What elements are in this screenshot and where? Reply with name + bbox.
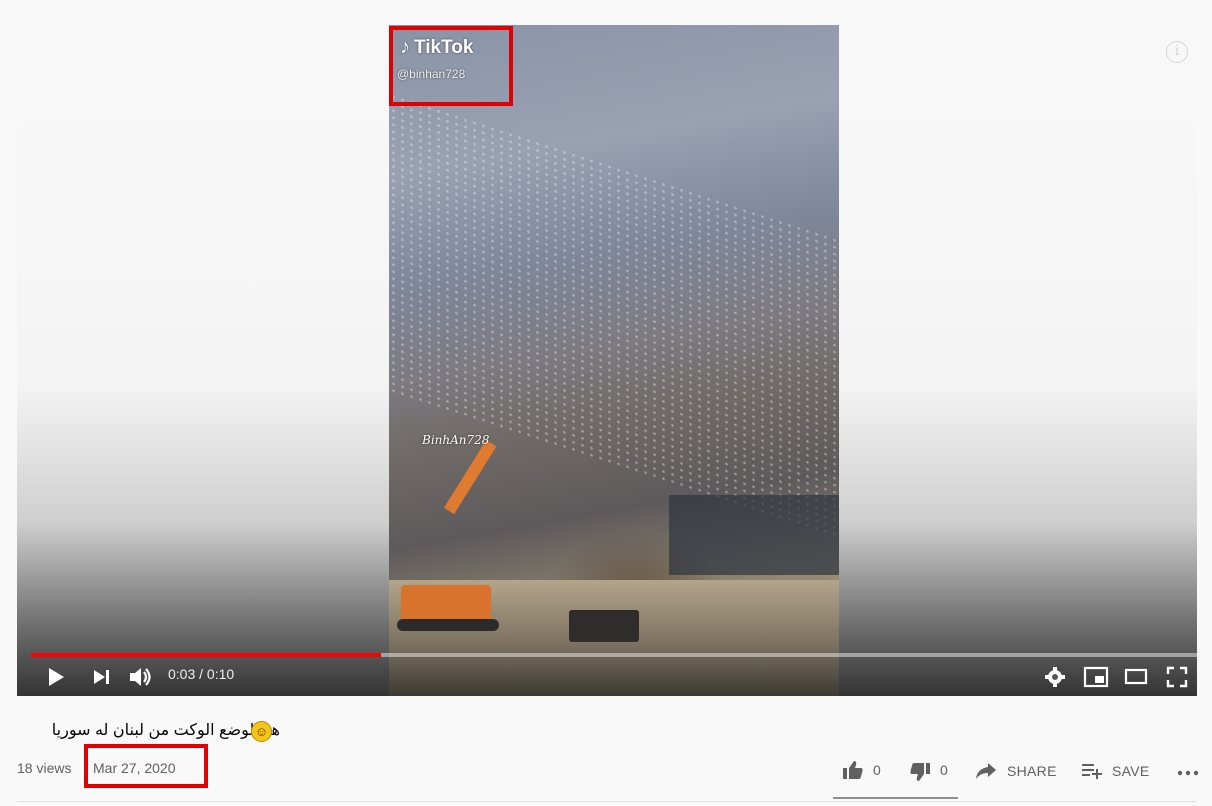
grinning-face-icon: ☺ bbox=[251, 721, 272, 742]
progress-bar[interactable] bbox=[31, 653, 1197, 657]
view-count: 18 views bbox=[17, 760, 72, 776]
highlight-box-date bbox=[84, 744, 208, 788]
miniplayer-icon[interactable] bbox=[1083, 666, 1109, 688]
video-scene-excavator bbox=[401, 585, 491, 621]
volume-icon[interactable] bbox=[128, 665, 154, 689]
dislike-count[interactable]: 0 bbox=[940, 762, 948, 778]
time-display: 0:03 / 0:10 bbox=[168, 666, 235, 682]
share-icon[interactable] bbox=[975, 762, 997, 780]
progress-bar-played bbox=[31, 653, 381, 657]
video-scene-excavator-track bbox=[397, 619, 499, 631]
add-to-playlist-icon[interactable] bbox=[1081, 762, 1103, 780]
video-scene-truck bbox=[569, 610, 639, 642]
share-button[interactable]: SHARE bbox=[1007, 763, 1057, 779]
like-ratio-bar bbox=[833, 797, 958, 799]
video-player[interactable]: i bbox=[17, 0, 1197, 696]
more-actions-icon[interactable] bbox=[1177, 770, 1199, 776]
divider bbox=[17, 801, 1197, 802]
video-scene-excavator-arm bbox=[443, 439, 497, 515]
video-scene-birds bbox=[389, 91, 839, 539]
video-scene-pit bbox=[669, 495, 839, 575]
theater-mode-icon[interactable] bbox=[1124, 667, 1148, 687]
fullscreen-icon[interactable] bbox=[1166, 666, 1188, 688]
settings-icon[interactable] bbox=[1044, 666, 1066, 688]
save-button[interactable]: SAVE bbox=[1112, 763, 1150, 779]
thumbs-down-icon[interactable] bbox=[909, 762, 931, 782]
thumbs-up-icon[interactable] bbox=[842, 760, 864, 780]
video-frame[interactable] bbox=[389, 25, 839, 696]
like-count[interactable]: 0 bbox=[873, 762, 881, 778]
play-icon[interactable] bbox=[46, 667, 66, 687]
next-icon[interactable] bbox=[92, 668, 112, 686]
info-icon[interactable]: i bbox=[1166, 41, 1188, 63]
video-title: هذاالوضع الوكت من لبنان له سوريا bbox=[51, 722, 280, 739]
highlight-box-tiktok bbox=[389, 26, 513, 106]
video-watermark: BinhAn728 bbox=[422, 433, 490, 447]
